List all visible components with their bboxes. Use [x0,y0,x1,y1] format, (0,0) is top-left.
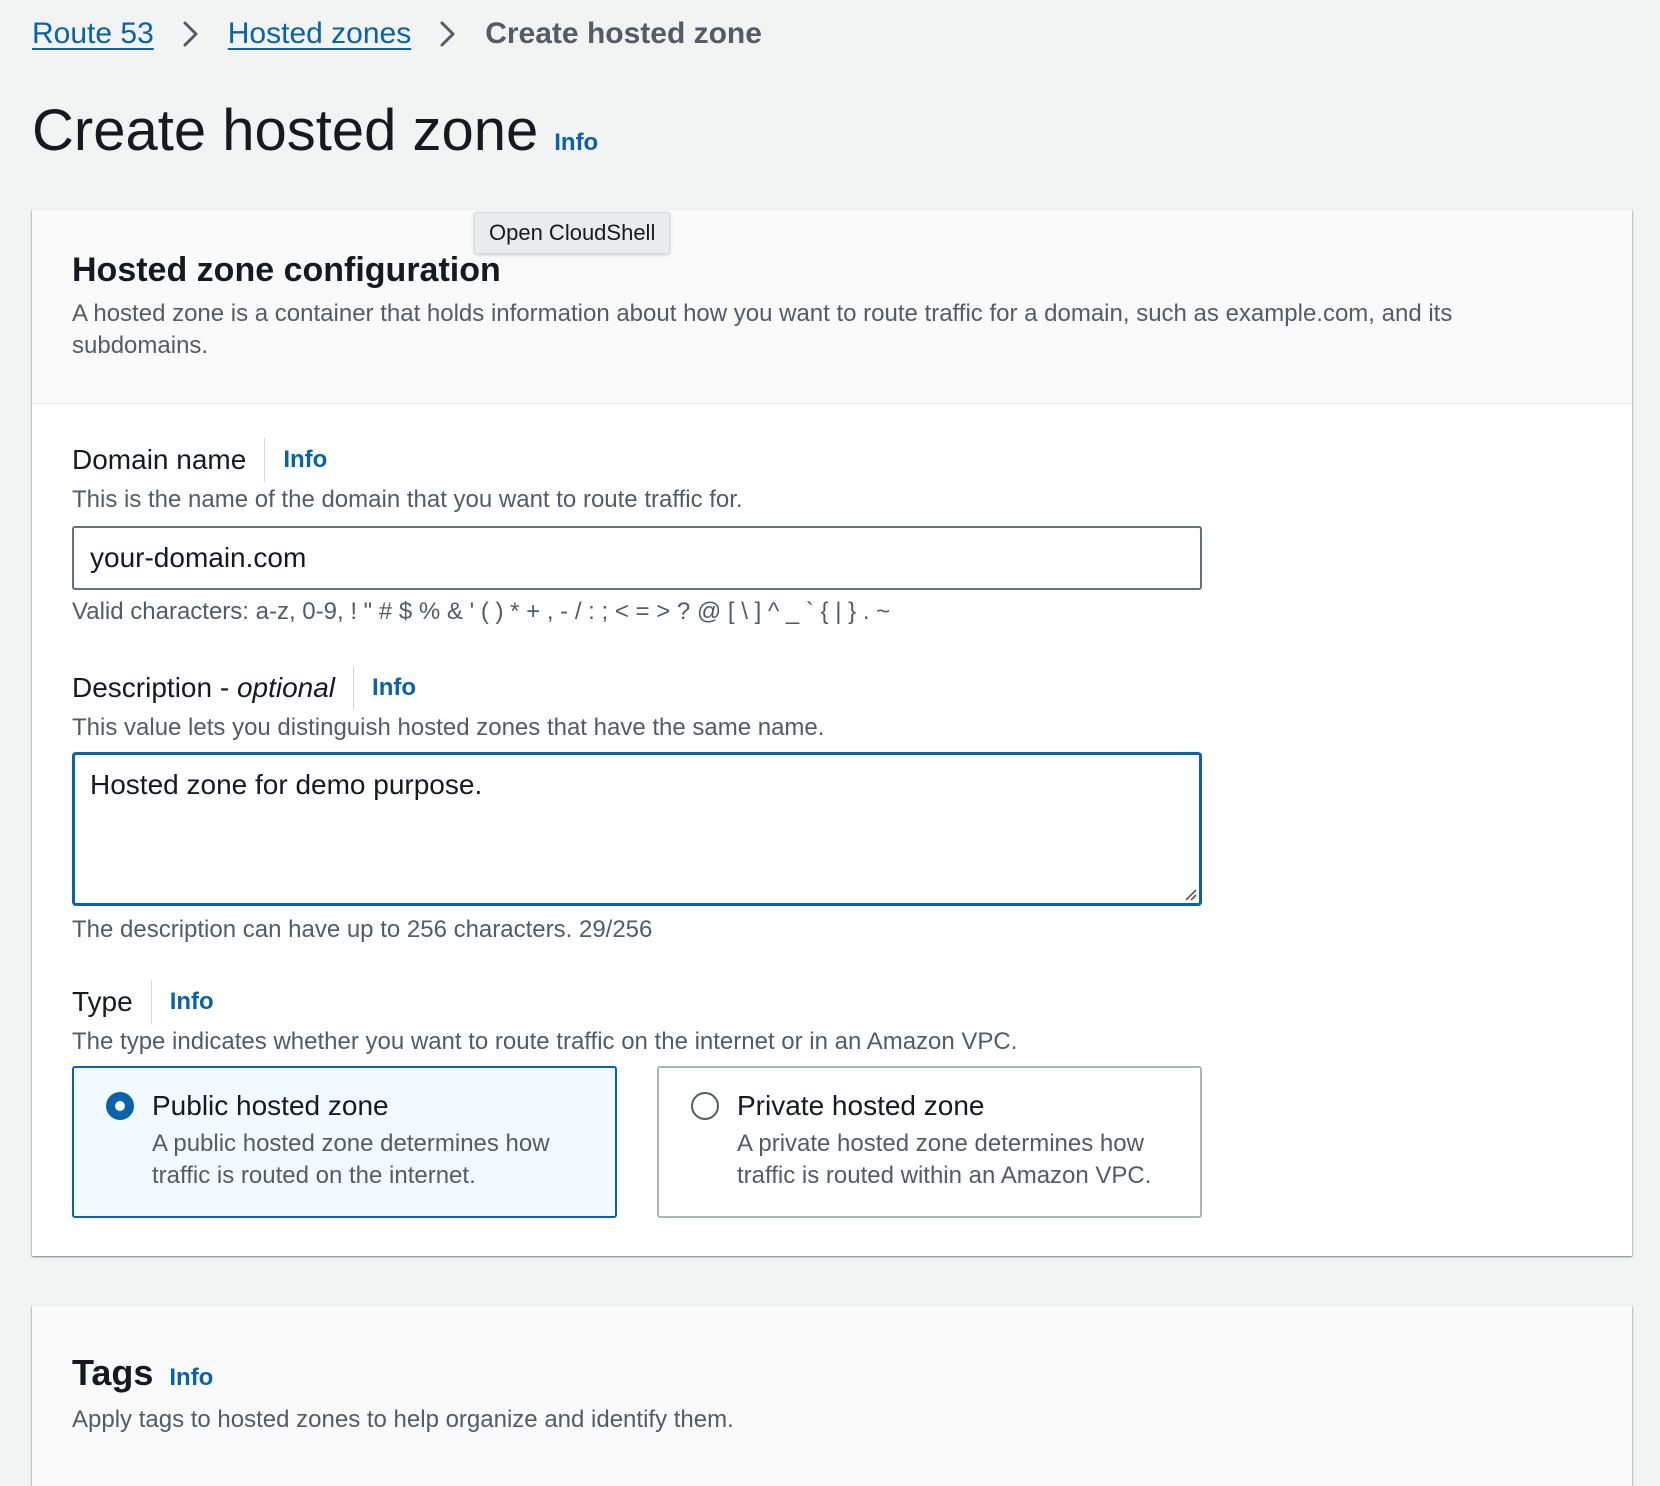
type-label-row: Type Info [72,980,1592,1024]
panel-header: Hosted zone configuration A hosted zone … [32,210,1632,404]
page-title: Create hosted zone [32,98,539,163]
panel-description: A hosted zone is a container that holds … [72,300,1453,359]
domain-name-label-row: Domain name Info [72,438,1592,482]
breadcrumb-link-hosted-zones[interactable]: Hosted zones [228,14,411,54]
option-description: A public hosted zone determines how traf… [152,1130,550,1189]
breadcrumb-current: Create hosted zone [485,17,762,50]
domain-name-label: Domain name [72,444,247,475]
breadcrumb-link-route53[interactable]: Route 53 [32,14,154,54]
tags-info-link[interactable]: Info [169,1364,213,1392]
breadcrumb: Route 53 Hosted zones Create hosted zone [32,14,762,54]
domain-name-description: This is the name of the domain that you … [72,486,743,513]
optional-label: optional [236,672,336,703]
type-label: Type [72,986,133,1017]
description-textarea-wrapper: Hosted zone for demo purpose. [72,752,1202,906]
private-hosted-zone-option[interactable]: Private hosted zone A private hosted zon… [657,1066,1202,1218]
resize-handle-icon[interactable] [1181,885,1197,901]
description-info-link[interactable]: Info [372,674,416,702]
tags-panel: Tags Info Apply tags to hosted zones to … [32,1306,1632,1486]
page-header: Create hosted zone Info [32,96,598,166]
description-character-count: The description can have up to 256 chara… [72,916,653,943]
public-hosted-zone-option[interactable]: Public hosted zone A public hosted zone … [72,1066,617,1218]
radio-selected-icon[interactable] [106,1092,134,1120]
type-description: The type indicates whether you want to r… [72,1028,1018,1055]
domain-name-hint: Valid characters: a-z, 0-9, ! " # $ % & … [72,598,891,625]
type-radio-group: Public hosted zone A public hosted zone … [72,1066,1592,1218]
hosted-zone-configuration-panel: Hosted zone configuration A hosted zone … [32,210,1632,1256]
domain-name-info-link[interactable]: Info [283,446,327,474]
panel-body: Domain name Info This is the name of the… [32,404,1632,1218]
option-title: Private hosted zone [737,1090,985,1121]
label-divider [150,980,152,1024]
description-field-description: This value lets you distinguish hosted z… [72,714,825,741]
type-info-link[interactable]: Info [170,988,214,1016]
page-info-link[interactable]: Info [554,129,598,157]
panel-title: Hosted zone configuration [72,251,501,289]
tags-title: Tags [72,1352,154,1393]
description-label-row: Description - optional Info [72,666,1592,710]
option-description: A private hosted zone determines how tra… [737,1130,1152,1189]
option-title: Public hosted zone [152,1090,389,1121]
radio-unselected-icon[interactable] [691,1092,719,1120]
description-label: Description - optional [72,672,336,703]
label-divider [353,666,355,710]
chevron-right-icon [176,14,206,54]
domain-name-input[interactable] [72,526,1202,590]
label-divider [264,438,266,482]
cloudshell-tooltip: Open CloudShell [474,212,671,254]
chevron-right-icon [433,14,463,54]
tags-header: Tags Info [72,1350,213,1396]
tags-description: Apply tags to hosted zones to help organ… [72,1406,734,1433]
description-textarea[interactable]: Hosted zone for demo purpose. [75,755,1199,903]
